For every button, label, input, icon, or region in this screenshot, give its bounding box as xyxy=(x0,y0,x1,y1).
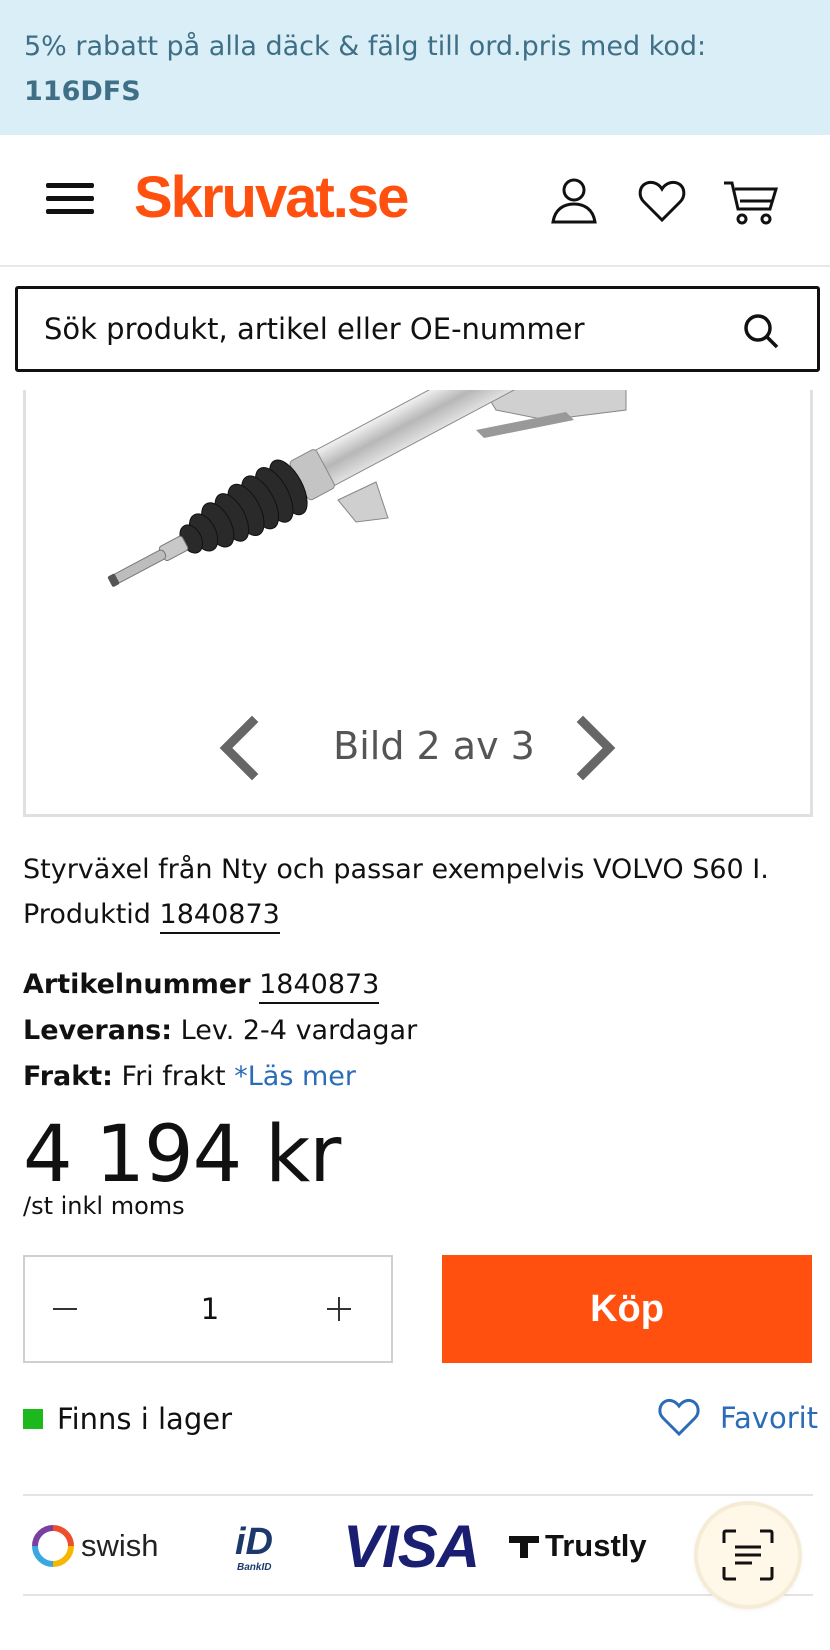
in-stock-indicator-icon xyxy=(23,1409,43,1429)
next-image-button[interactable] xyxy=(571,715,621,781)
artikelnummer-label: Artikelnummer xyxy=(23,969,251,1000)
price: 4 194 kr xyxy=(23,1110,341,1200)
promo-code: 116DFS xyxy=(24,76,141,107)
search-bar xyxy=(15,286,820,372)
swish-icon xyxy=(32,1525,74,1567)
payment-methods: swish iD BankID VISA Trustly xyxy=(23,1494,813,1596)
frakt-value: Fri frakt xyxy=(121,1061,226,1092)
image-counter: Bild 2 av 3 xyxy=(333,724,535,768)
site-header: Skruvat.se xyxy=(0,135,830,267)
price-unit: /st inkl moms xyxy=(23,1192,185,1220)
produktid-label: Produktid xyxy=(23,899,151,930)
promo-banner: 5% rabatt på alla däck & fälg till ord.p… xyxy=(0,0,830,135)
bankid-logo: iD BankID xyxy=(229,1496,289,1596)
bankid-text: BankID xyxy=(237,1562,271,1573)
artikelnummer-row: Artikelnummer 1840873 xyxy=(23,962,813,1008)
user-icon[interactable] xyxy=(546,173,602,229)
swish-logo: swish xyxy=(31,1496,159,1596)
swish-text: swish xyxy=(81,1528,159,1563)
chat-icon xyxy=(722,1529,774,1581)
increase-quantity-button[interactable] xyxy=(317,1287,361,1331)
product-specs: Artikelnummer 1840873 Leverans: Lev. 2-4… xyxy=(23,962,813,1100)
frakt-label: Frakt: xyxy=(23,1061,113,1092)
search-icon[interactable] xyxy=(741,311,781,351)
buy-button[interactable]: Köp xyxy=(442,1255,812,1363)
visa-logo: VISA xyxy=(343,1512,480,1580)
leverans-value: Lev. 2-4 vardagar xyxy=(180,1015,418,1046)
quantity-input[interactable] xyxy=(145,1287,275,1331)
promo-text: 5% rabatt på alla däck & fälg till ord.p… xyxy=(24,31,707,62)
svg-text:iD: iD xyxy=(235,1521,273,1563)
product-description: Styrväxel från Nty och passar exempelvis… xyxy=(23,847,813,937)
favorite-label: Favorit xyxy=(720,1401,819,1435)
description-text: Styrväxel från Nty och passar exempelvis… xyxy=(23,854,769,885)
leverans-label: Leverans: xyxy=(23,1015,173,1046)
search-input[interactable] xyxy=(44,305,724,353)
produktid-value[interactable]: 1840873 xyxy=(159,899,280,934)
menu-icon[interactable] xyxy=(46,183,94,219)
trustly-text: Trustly xyxy=(545,1528,647,1563)
logo[interactable]: Skruvat.se xyxy=(134,163,409,233)
heart-outline-icon xyxy=(658,1398,700,1437)
product-gallery: Bild 2 av 3 xyxy=(23,390,813,817)
cart-icon[interactable] xyxy=(722,173,779,229)
heart-icon[interactable] xyxy=(634,173,690,229)
quantity-stepper xyxy=(23,1255,393,1363)
product-image xyxy=(107,390,627,587)
frakt-read-more-link[interactable]: *Läs mer xyxy=(234,1061,356,1092)
frakt-row: Frakt: Fri frakt *Läs mer xyxy=(23,1054,813,1100)
chat-button[interactable] xyxy=(698,1505,798,1605)
decrease-quantity-button[interactable] xyxy=(43,1287,87,1331)
leverans-row: Leverans: Lev. 2-4 vardagar xyxy=(23,1008,813,1054)
stock-status: Finns i lager xyxy=(23,1398,232,1440)
artikelnummer-value[interactable]: 1840873 xyxy=(259,969,380,1004)
prev-image-button[interactable] xyxy=(214,715,264,781)
stock-text: Finns i lager xyxy=(57,1402,232,1436)
trustly-logo: Trustly xyxy=(507,1496,647,1596)
